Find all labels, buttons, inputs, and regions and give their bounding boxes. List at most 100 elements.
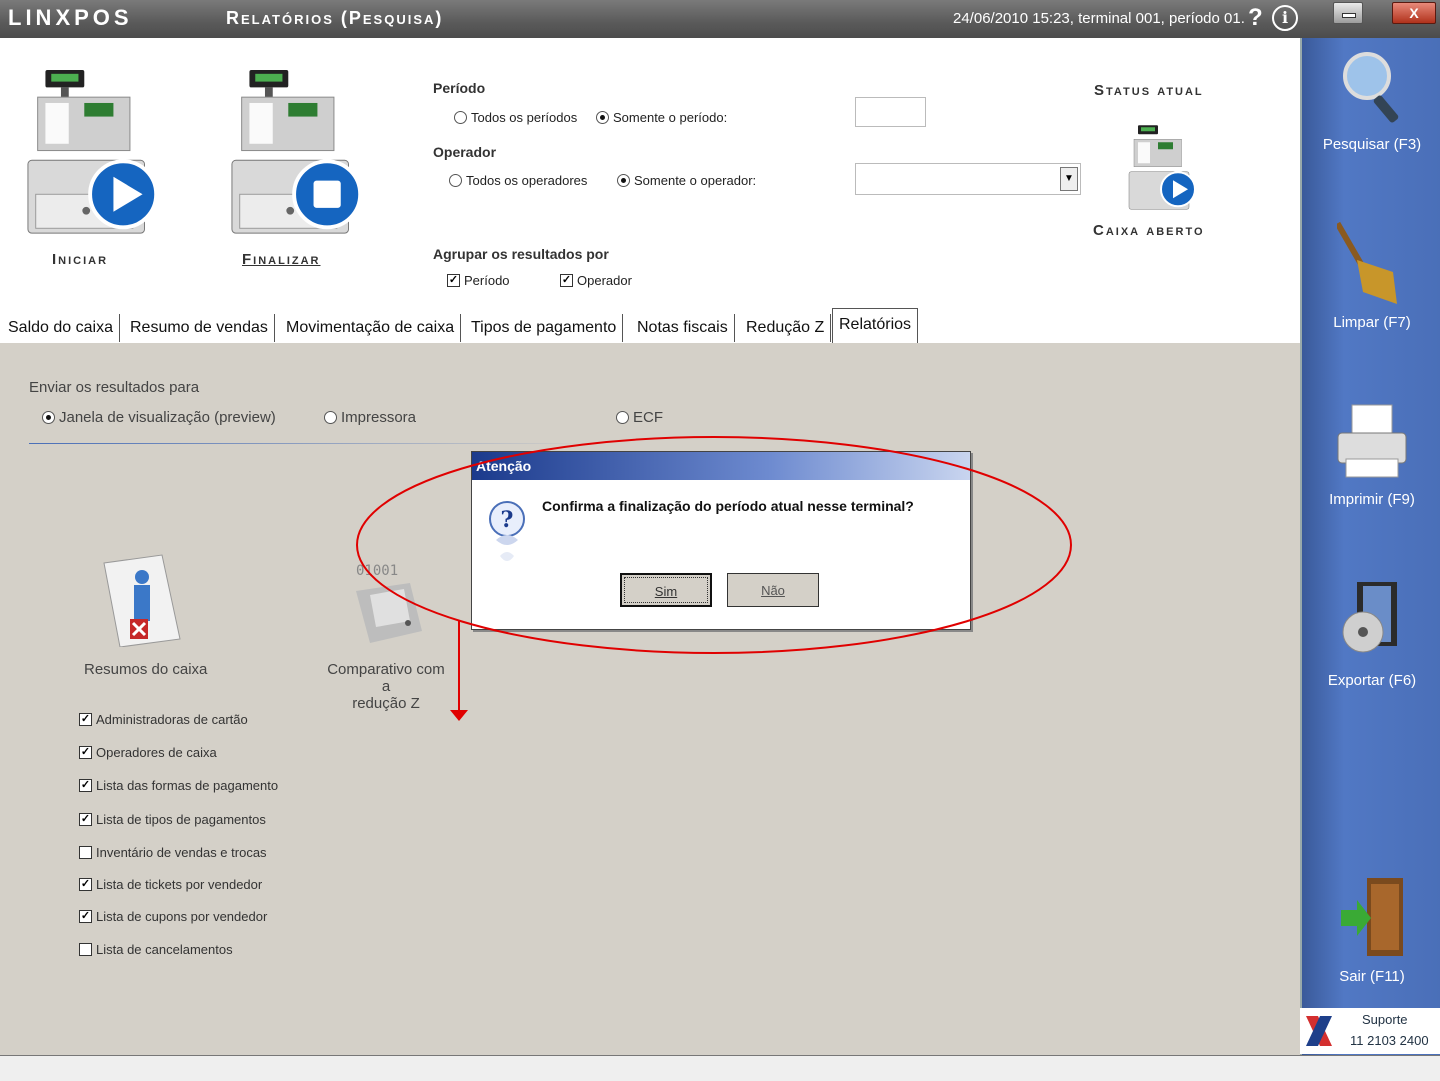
radio-icon	[454, 111, 467, 124]
send-preview-radio[interactable]: Janela de visualização (preview)	[42, 409, 276, 426]
start-register-button[interactable]	[24, 68, 164, 243]
exit-button[interactable]: Sair (F11)	[1302, 874, 1440, 985]
report-comparativo-label[interactable]: Comparativo com a redução Z	[321, 661, 451, 712]
periodo-title: Período	[433, 80, 486, 96]
checkbox-formas-pagamento[interactable]: ✓ Lista das formas de pagamento	[79, 778, 278, 793]
radio-icon	[616, 411, 629, 424]
finish-label[interactable]: Finalizar	[242, 251, 321, 268]
help-icon[interactable]: ?	[1248, 4, 1263, 32]
operador-title: Operador	[433, 144, 497, 160]
status-line: 24/06/2010 15:23, terminal 001, período …	[953, 10, 1245, 27]
operador-select[interactable]: ▼	[855, 163, 1081, 195]
checkbox-tickets-vendedor[interactable]: ✓ Lista de tickets por vendedor	[79, 877, 262, 892]
printer-icon	[1337, 404, 1407, 478]
magnifier-icon	[1343, 52, 1399, 123]
start-label[interactable]: Iniciar	[52, 251, 108, 268]
status-value: Caixa aberto	[1093, 222, 1205, 239]
send-ecf-label: ECF	[633, 409, 663, 426]
yes-button[interactable]: Sim	[620, 573, 712, 607]
group-operador-checkbox[interactable]: ✓ Operador	[560, 273, 632, 288]
tab-relatorios[interactable]: Relatórios	[832, 308, 919, 343]
report-resumos-label[interactable]: Resumos do caixa	[84, 661, 207, 678]
checkmark-icon: ✓	[560, 274, 573, 287]
no-button[interactable]: Não	[727, 573, 819, 607]
checkbox-administradoras[interactable]: ✓ Administradoras de cartão	[79, 712, 248, 727]
tab-reducao-z[interactable]: Redução Z	[740, 314, 832, 342]
support-phone: 11 2103 2400	[1350, 1033, 1429, 1048]
periodo-only-radio[interactable]: Somente o período:	[596, 110, 727, 125]
info-icon[interactable]: i	[1272, 5, 1298, 31]
svg-text:?: ?	[501, 507, 514, 533]
tab-resumo-vendas[interactable]: Resumo de vendas	[124, 314, 275, 342]
app-logo: LINXPOS	[8, 5, 133, 30]
checkbox-label: Lista de tipos de pagamentos	[96, 812, 266, 827]
checkbox-label: Lista de cancelamentos	[96, 942, 233, 957]
title-bar: LINXPOS Relatórios (Pesquisa) 24/06/2010…	[0, 0, 1440, 38]
clear-button[interactable]: Limpar (F7)	[1302, 220, 1440, 331]
question-icon: ?	[489, 501, 525, 561]
radio-icon	[324, 411, 337, 424]
broom-icon	[1334, 221, 1397, 304]
checkbox-cancelamentos[interactable]: Lista de cancelamentos	[79, 942, 233, 957]
checkbox-operadores[interactable]: ✓ Operadores de caixa	[79, 745, 217, 760]
export-button[interactable]: Exportar (F6)	[1302, 578, 1440, 689]
radio-selected-icon	[596, 111, 609, 124]
support-box: Suporte 11 2103 2400	[1300, 1008, 1440, 1054]
tab-notas-fiscais[interactable]: Notas fiscais	[631, 314, 735, 342]
checkmark-icon: ✓	[447, 274, 460, 287]
report-document-icon	[103, 554, 181, 648]
print-button-label: Imprimir (F9)	[1329, 491, 1415, 508]
exit-door-icon	[1341, 878, 1403, 956]
tab-saldo-caixa[interactable]: Saldo do caixa	[2, 314, 120, 342]
send-preview-label: Janela de visualização (preview)	[59, 409, 276, 426]
close-button[interactable]: X	[1392, 2, 1436, 24]
report-comparativo[interactable]: 01001	[350, 561, 432, 652]
checkbox-empty-icon	[79, 846, 92, 859]
content-area: Enviar os resultados para Janela de visu…	[0, 343, 1300, 1055]
status-bar	[0, 1055, 1440, 1081]
checkbox-label: Lista das formas de pagamento	[96, 778, 279, 793]
tab-bar: Saldo do caixa Resumo de vendas Moviment…	[0, 308, 1300, 345]
checkbox-label: Lista de tickets por vendedor	[96, 877, 263, 892]
tab-tipos-pagamento[interactable]: Tipos de pagamento	[465, 314, 624, 342]
chevron-down-icon[interactable]: ▼	[1060, 167, 1078, 191]
checkbox-tipos-pagamentos[interactable]: ✓ Lista de tipos de pagamentos	[79, 812, 266, 827]
checkbox-label: Operadores de caixa	[96, 745, 217, 760]
dialog-message: Confirma a finalização do período atual …	[542, 498, 914, 514]
send-title: Enviar os resultados para	[29, 379, 200, 396]
group-periodo-checkbox[interactable]: ✓ Período	[447, 273, 510, 288]
search-button[interactable]: Pesquisar (F3)	[1302, 48, 1440, 153]
top-panel: Iniciar Finalizar Período Todos os perío…	[0, 38, 1300, 308]
report-comparativo-line1: Comparativo com a	[327, 661, 445, 695]
confirm-dialog: Atenção ? Confirma a finalização do perí…	[471, 451, 971, 630]
report-resumos-caixa[interactable]	[100, 553, 184, 652]
send-ecf-radio[interactable]: ECF	[616, 409, 663, 426]
checkbox-inventario[interactable]: Inventário de vendas e trocas	[79, 845, 267, 860]
checkmark-icon: ✓	[79, 746, 92, 759]
periodo-all-radio[interactable]: Todos os períodos	[454, 110, 577, 125]
minimize-button[interactable]	[1333, 2, 1363, 24]
export-button-label: Exportar (F6)	[1327, 672, 1417, 689]
send-printer-radio[interactable]: Impressora	[324, 409, 416, 426]
operador-only-radio[interactable]: Somente o operador:	[617, 173, 756, 188]
export-disc-icon	[1342, 582, 1397, 653]
checkbox-label: Inventário de vendas e trocas	[96, 845, 267, 860]
checkbox-cupons-vendedor[interactable]: ✓ Lista de cupons por vendedor	[79, 909, 267, 924]
tab-movimentacao-caixa[interactable]: Movimentação de caixa	[280, 314, 462, 342]
dialog-title: Atenção	[472, 452, 970, 480]
periodo-only-label: Somente o período:	[613, 110, 728, 125]
print-button[interactable]: Imprimir (F9)	[1302, 403, 1440, 508]
search-button-label: Pesquisar (F3)	[1322, 136, 1422, 153]
checkbox-label: Administradoras de cartão	[96, 712, 248, 727]
window-title: Relatórios (Pesquisa)	[226, 8, 444, 28]
finish-register-button[interactable]	[228, 68, 368, 243]
cash-register-stop-icon	[231, 69, 363, 234]
group-periodo-label: Período	[464, 273, 510, 288]
report-comparativo-line2: redução Z	[352, 695, 420, 712]
radio-selected-icon	[617, 174, 630, 187]
operador-all-radio[interactable]: Todos os operadores	[449, 173, 587, 188]
status-title: Status atual	[1094, 82, 1204, 99]
printer-receipt-icon: 01001	[356, 563, 422, 643]
periodo-input[interactable]	[855, 97, 926, 127]
checkmark-icon: ✓	[79, 779, 92, 792]
